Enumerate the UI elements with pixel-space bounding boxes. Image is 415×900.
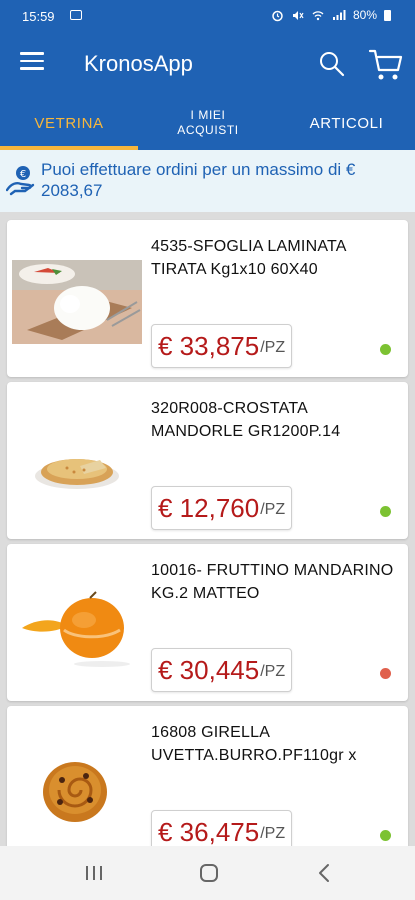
price-unit: /PZ	[260, 338, 286, 356]
back-icon[interactable]	[313, 862, 337, 884]
search-icon[interactable]	[318, 50, 346, 78]
status-icons: 80%	[271, 8, 391, 22]
price-unit: /PZ	[260, 500, 286, 518]
home-icon[interactable]	[197, 862, 221, 884]
system-nav-bar	[0, 846, 415, 900]
product-name: 16808 GIRELLA UVETTA.BURRO.PF110gr x	[151, 724, 357, 764]
tab-bar: VETRINA I MIEI ACQUISTI ARTICOLI	[0, 96, 415, 150]
order-limit-text: Puoi effettuare ordini per un massimo di…	[41, 160, 356, 200]
signal-icon	[332, 10, 346, 20]
product-name: 4535-SFOGLIA LAMINATA TIRATA Kg1x10 60X4…	[151, 238, 346, 278]
menu-icon[interactable]	[20, 52, 44, 74]
availability-dot	[380, 344, 391, 355]
price-box[interactable]: € 30,445/PZ	[151, 648, 293, 692]
tab-vetrina[interactable]: VETRINA	[0, 96, 138, 150]
price-unit: /PZ	[260, 662, 286, 680]
app-bar: KronosApp	[0, 32, 415, 96]
app-title: KronosApp	[84, 51, 193, 76]
mute-icon	[292, 10, 304, 20]
product-name: 320R008-CROSTATA MANDORLE GR1200P.14	[151, 400, 341, 440]
status-bar: 15:59 80%	[0, 0, 415, 32]
availability-dot	[380, 830, 391, 841]
gallery-notification-icon	[70, 10, 82, 20]
product-price: € 33,875	[158, 330, 260, 361]
price-box[interactable]: € 36,475/PZ	[151, 810, 293, 847]
battery-icon	[384, 9, 391, 21]
product-list[interactable]: 4535-SFOGLIA LAMINATA TIRATA Kg1x10 60X4…	[0, 212, 415, 846]
price-box[interactable]: € 33,875/PZ	[151, 324, 293, 368]
battery-text: 80%	[352, 8, 377, 22]
product-image-crostata	[12, 422, 142, 506]
product-card[interactable]: 10016- FRUTTINO MANDARINO KG.2 MATTEO € …	[7, 544, 408, 701]
tab-i-miei-acquisti[interactable]: I MIEI ACQUISTI	[168, 96, 248, 150]
product-card[interactable]: 16808 GIRELLA UVETTA.BURRO.PF110gr x € 3…	[7, 706, 408, 846]
order-limit-notice: € Puoi effettuare ordini per un massimo …	[0, 150, 415, 212]
product-price: € 12,760	[158, 492, 260, 523]
alarm-icon	[272, 10, 283, 21]
product-name: 10016- FRUTTINO MANDARINO KG.2 MATTEO	[151, 562, 394, 602]
product-card[interactable]: 320R008-CROSTATA MANDORLE GR1200P.14 € 1…	[7, 382, 408, 539]
wifi-call-icon	[312, 10, 324, 20]
status-time: 15:59	[22, 9, 55, 24]
availability-dot	[380, 668, 391, 679]
product-price: € 30,445	[158, 654, 260, 685]
tab-articoli[interactable]: ARTICOLI	[278, 96, 415, 150]
product-image-sfoglia	[12, 260, 142, 344]
recents-icon[interactable]	[82, 862, 106, 884]
availability-dot	[380, 506, 391, 517]
cart-icon[interactable]	[368, 48, 404, 82]
hand-coin-icon: €	[6, 166, 35, 196]
svg-text:€: €	[20, 169, 26, 180]
product-image-fruttino	[12, 584, 142, 668]
price-box[interactable]: € 12,760/PZ	[151, 486, 293, 530]
product-card[interactable]: 4535-SFOGLIA LAMINATA TIRATA Kg1x10 60X4…	[7, 220, 408, 377]
product-price: € 36,475	[158, 816, 260, 847]
price-unit: /PZ	[260, 824, 286, 842]
product-image-girella	[12, 746, 142, 830]
